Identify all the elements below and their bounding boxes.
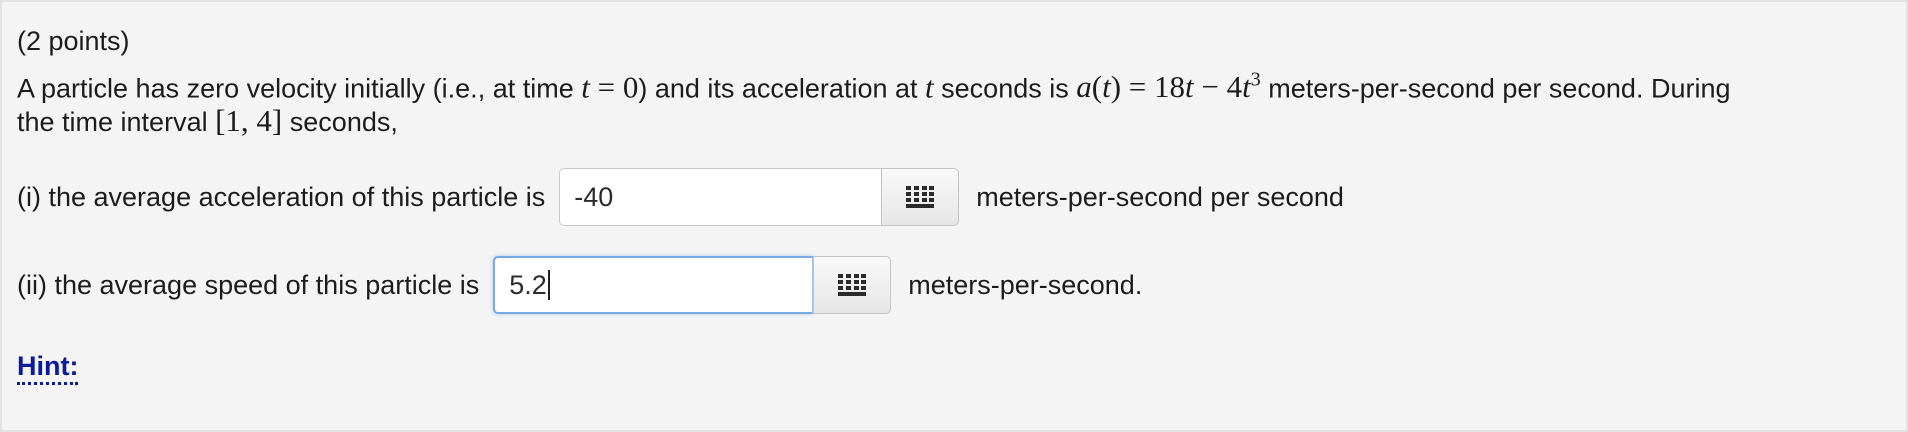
equation-palette-icon [838,274,867,296]
math-interval: [1, 4] [215,103,283,138]
math-acceleration-formula: a(t) = 18t − 4t3 [1076,69,1261,105]
part1-label: (i) the average acceleration of this par… [17,181,546,212]
hint-link[interactable]: Hint: [17,350,79,385]
part2-units: meters-per-second. [908,269,1143,300]
math-t-equals-zero: t = 0 [581,69,639,105]
part2-answer-value: 5.2 [509,269,547,300]
math-t: t [925,69,934,105]
statement-text: seconds is [941,73,1069,104]
part1-answer-group [559,168,960,226]
part2-equation-palette-button[interactable] [813,256,892,314]
statement-text: ) and its acceleration at [638,73,918,104]
part2-row: (ii) the average speed of this particle … [17,256,1142,314]
statement-text: A particle has zero velocity initially (… [17,73,574,104]
part1-answer-input[interactable] [559,168,882,226]
part1-units: meters-per-second per second [976,181,1344,212]
statement-text: meters-per-second per second. During [1268,73,1731,104]
part2-label: (ii) the average speed of this particle … [17,269,480,300]
equation-palette-icon [906,186,935,208]
points-label: (2 points) [17,26,130,56]
problem-statement-line-2: the time interval [1, 4] seconds, [17,104,398,139]
problem-statement-line-1: A particle has zero velocity initially (… [17,63,1730,105]
part2-answer-input[interactable]: 5.2 [493,256,814,314]
part1-equation-palette-button[interactable] [881,168,960,226]
part1-row: (i) the average acceleration of this par… [17,168,1344,226]
part2-answer-group: 5.2 [493,256,892,314]
problem-container: (2 points) A particle has zero velocity … [0,0,1908,432]
statement-text: the time interval [17,107,208,137]
statement-text: seconds, [289,107,398,137]
text-cursor [547,270,550,300]
